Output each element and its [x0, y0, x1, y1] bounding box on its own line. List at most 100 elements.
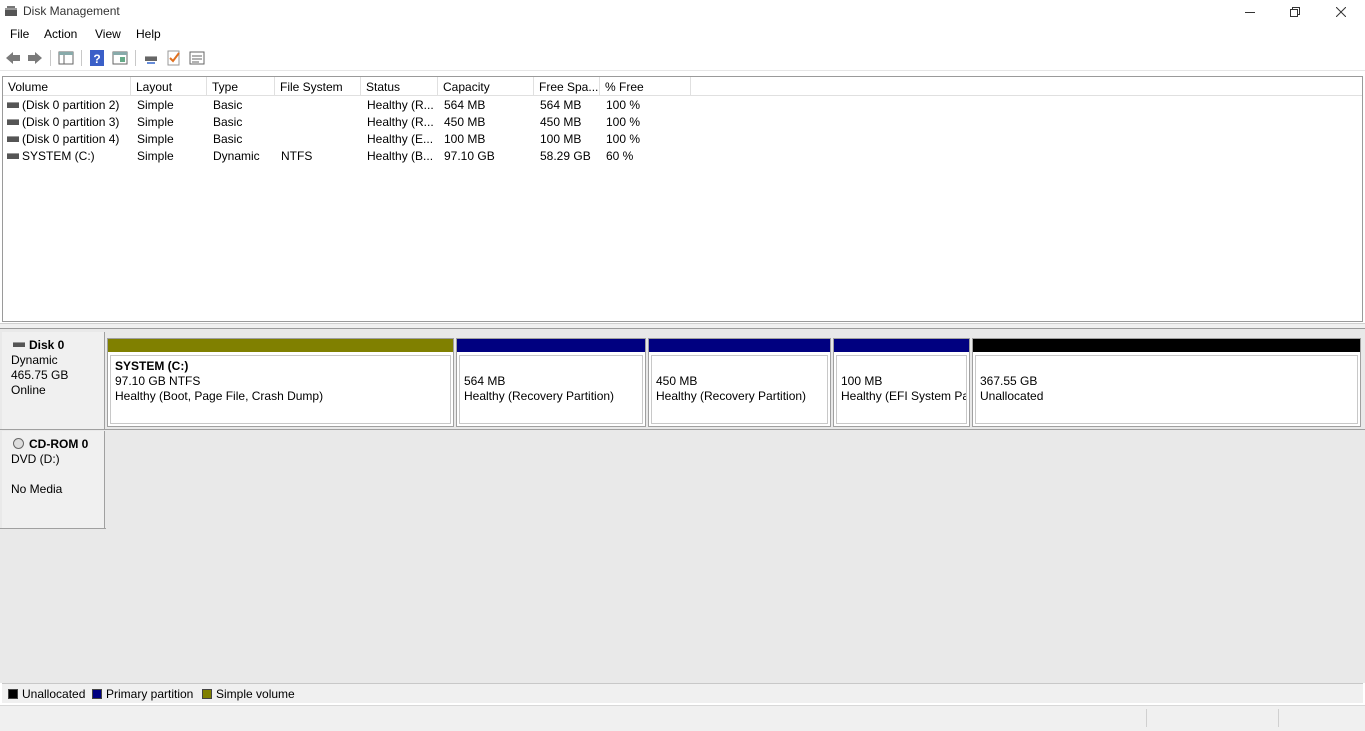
cell-file-system: NTFS [281, 149, 313, 163]
column-header-capacity[interactable]: Capacity [438, 77, 534, 96]
partition-size: 100 MB [841, 374, 883, 388]
cell-volume: (Disk 0 partition 3) [22, 115, 120, 129]
menu-help[interactable]: Help [136, 27, 161, 41]
title-bar: Disk Management [0, 0, 1365, 24]
partition-size: 97.10 GB NTFS [115, 374, 201, 388]
table-row[interactable]: (Disk 0 partition 2) Simple Basic Health… [3, 97, 1362, 114]
disk-0-size: 465.75 GB [11, 368, 69, 382]
svg-text:?: ? [93, 52, 100, 66]
cell-free-space: 100 MB [540, 132, 582, 146]
cell-status: Healthy (R... [367, 98, 434, 112]
disk-row-cdrom-0: CD-ROM 0 DVD (D:) No Media [0, 431, 1365, 529]
back-arrow-icon[interactable] [4, 49, 22, 67]
primary-partition-bar [457, 339, 645, 352]
partition-size: 450 MB [656, 374, 698, 388]
menu-view[interactable]: View [95, 27, 121, 41]
help-icon[interactable]: ? [88, 49, 106, 67]
toolbar-separator [50, 50, 51, 66]
partition-recovery-1[interactable]: 564 MB Healthy (Recovery Partition) [456, 338, 646, 427]
console-tree-icon[interactable] [57, 49, 75, 67]
cell-free-space: 450 MB [540, 115, 582, 129]
cell-status: Healthy (B... [367, 149, 434, 163]
cd-drive-icon [13, 438, 24, 449]
column-header-volume[interactable]: Volume [3, 77, 131, 96]
table-row[interactable]: (Disk 0 partition 3) Simple Basic Health… [3, 114, 1362, 131]
column-header-percent-free[interactable]: % Free [600, 77, 691, 96]
restore-icon [1290, 7, 1300, 17]
column-header-layout[interactable]: Layout [131, 77, 207, 96]
column-header-free-space[interactable]: Free Spa... [534, 77, 600, 96]
partition-name [841, 359, 966, 374]
menu-action[interactable]: Action [44, 27, 77, 41]
partition-details: 367.55 GB Unallocated [975, 355, 1358, 424]
partition-name: SYSTEM (C:) [115, 359, 189, 373]
unallocated-bar [973, 339, 1360, 352]
cell-layout: Simple [137, 115, 174, 129]
close-button[interactable] [1318, 0, 1364, 24]
cell-percent-free: 100 % [606, 115, 641, 129]
cell-volume: SYSTEM (C:) [22, 149, 95, 163]
partition-system-c[interactable]: SYSTEM (C:) 97.10 GB NTFS Healthy (Boot,… [107, 338, 454, 427]
checklist-icon[interactable] [165, 49, 183, 67]
connect-icon[interactable] [142, 49, 160, 67]
toolbar: ? [0, 45, 1365, 71]
disk-0-state: Online [11, 383, 46, 397]
volume-list[interactable]: Volume Layout Type File System Status Ca… [2, 76, 1363, 322]
toolbar-separator [135, 50, 136, 66]
cell-capacity: 564 MB [444, 98, 486, 112]
cell-status: Healthy (R... [367, 115, 434, 129]
cell-layout: Simple [137, 132, 174, 146]
disk-0-name: Disk 0 [11, 338, 104, 353]
status-bar [0, 705, 1365, 731]
partition-details: 100 MB Healthy (EFI System Par [836, 355, 967, 424]
menu-file[interactable]: File [10, 27, 29, 41]
disk-0-type: Dynamic [11, 353, 58, 367]
table-row[interactable]: (Disk 0 partition 4) Simple Basic Health… [3, 131, 1362, 148]
column-header-status[interactable]: Status [361, 77, 438, 96]
unallocated-space[interactable]: 367.55 GB Unallocated [972, 338, 1361, 427]
partition-details: 450 MB Healthy (Recovery Partition) [651, 355, 828, 424]
column-header-type[interactable]: Type [207, 77, 275, 96]
disk-0-label[interactable]: Disk 0 Dynamic 465.75 GB Online [2, 332, 105, 430]
minimize-button[interactable] [1227, 0, 1273, 24]
cell-volume: (Disk 0 partition 4) [22, 132, 120, 146]
cell-type: Basic [213, 98, 243, 112]
properties-icon[interactable] [111, 49, 129, 67]
partition-status: Healthy (Boot, Page File, Crash Dump) [115, 389, 324, 403]
cell-percent-free: 100 % [606, 132, 641, 146]
partition-efi[interactable]: 100 MB Healthy (EFI System Par [833, 338, 970, 427]
partition-size: 367.55 GB [980, 374, 1038, 388]
volume-list-header: Volume Layout Type File System Status Ca… [3, 77, 1362, 96]
cell-free-space: 58.29 GB [540, 149, 591, 163]
legend-swatch [202, 689, 212, 699]
volume-icon [7, 119, 19, 125]
partition-name [656, 359, 827, 374]
volume-list-icon[interactable] [188, 49, 206, 67]
primary-partition-bar [834, 339, 969, 352]
cell-capacity: 450 MB [444, 115, 486, 129]
cdrom-0-name: CD-ROM 0 [11, 437, 104, 452]
cell-layout: Simple [137, 98, 174, 112]
legend-unallocated: Unallocated [8, 687, 85, 701]
legend-swatch [8, 689, 18, 699]
partition-name [464, 359, 642, 374]
cell-type: Dynamic [213, 149, 260, 163]
table-row[interactable]: SYSTEM (C:) Simple Dynamic NTFS Healthy … [3, 148, 1362, 165]
restore-button[interactable] [1272, 0, 1318, 24]
toolbar-separator [81, 50, 82, 66]
primary-partition-bar [649, 339, 830, 352]
close-icon [1336, 7, 1346, 17]
cdrom-0-label[interactable]: CD-ROM 0 DVD (D:) No Media [2, 431, 105, 529]
partition-recovery-2[interactable]: 450 MB Healthy (Recovery Partition) [648, 338, 831, 427]
cell-percent-free: 60 % [606, 149, 634, 163]
forward-arrow-icon[interactable] [26, 49, 44, 67]
partition-status: Healthy (Recovery Partition) [464, 389, 615, 403]
cell-capacity: 100 MB [444, 132, 486, 146]
cdrom-0-state: No Media [11, 482, 63, 496]
cell-status: Healthy (E... [367, 132, 434, 146]
disk-row-disk-0: Disk 0 Dynamic 465.75 GB Online SYSTEM (… [0, 332, 1365, 430]
partition-status: Healthy (EFI System Par [841, 389, 967, 403]
cdrom-media-area[interactable] [106, 431, 1365, 529]
simple-volume-bar [108, 339, 453, 352]
column-header-file-system[interactable]: File System [275, 77, 361, 96]
